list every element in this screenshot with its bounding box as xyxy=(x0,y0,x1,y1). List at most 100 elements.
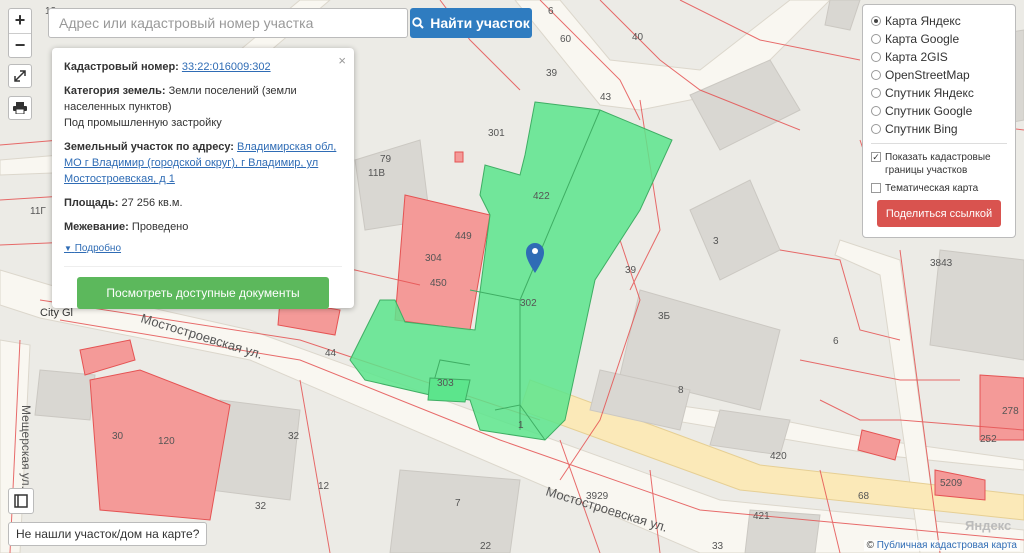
attribution-link[interactable]: Публичная кадастровая карта xyxy=(877,540,1017,551)
more-link[interactable]: ▼ Подробно xyxy=(64,241,342,257)
area-row: Площадь: 27 256 кв.м. xyxy=(64,195,342,211)
zoom-control: + − xyxy=(8,8,32,58)
radio-icon xyxy=(871,16,881,26)
area-value: 27 256 кв.м. xyxy=(121,197,183,209)
building-number: 11Г xyxy=(30,206,46,217)
not-found-button[interactable]: Не нашли участок/дом на карте? xyxy=(8,522,208,546)
thematic-toggle[interactable]: Тематическая карта xyxy=(871,182,1007,195)
building-number: 1 xyxy=(518,420,524,431)
building-number: 32 xyxy=(288,431,300,442)
building-number: 120 xyxy=(158,436,175,447)
layer-option[interactable]: Спутник Яндекс xyxy=(871,84,1007,102)
yandex-mark: Яндекс xyxy=(965,518,1011,533)
building-number: 252 xyxy=(980,434,997,445)
building-number: 39 xyxy=(625,265,637,276)
search-button-label: Найти участок xyxy=(430,15,530,31)
popup-divider xyxy=(64,266,342,267)
category-row: Категория земель: Земли поселений (земли… xyxy=(64,83,342,131)
layers-panel: Карта Яндекс Карта Google Карта 2GIS OpenSt… xyxy=(862,4,1016,238)
layer-option-label: Спутник Google xyxy=(885,104,973,118)
thematic-label: Тематическая карта xyxy=(885,183,979,194)
building-number: 11В xyxy=(368,168,385,179)
building-number: 79 xyxy=(380,154,392,165)
layer-option[interactable]: Карта Яндекс xyxy=(871,12,1007,30)
book-icon xyxy=(14,494,28,508)
building-number: 422 xyxy=(533,191,550,202)
building-number: 6 xyxy=(833,336,839,347)
layer-option[interactable]: Карта 2GIS xyxy=(871,48,1007,66)
view-documents-button[interactable]: Посмотреть доступные документы xyxy=(77,277,329,309)
search-icon xyxy=(412,17,424,29)
layer-option-label: Карта 2GIS xyxy=(885,50,948,64)
cadastral-link[interactable]: 33:22:016009:302 xyxy=(182,61,271,73)
layer-option-label: Спутник Bing xyxy=(885,122,958,136)
building-number: 302 xyxy=(520,298,537,309)
building-number: 421 xyxy=(753,511,770,522)
building-number: 8 xyxy=(678,385,684,396)
more-label: Подробно xyxy=(74,243,122,254)
area-label: Площадь: xyxy=(64,197,119,209)
building-number: 278 xyxy=(1002,406,1019,417)
layer-option[interactable]: Спутник Google xyxy=(871,102,1007,120)
poi-label: City Gl xyxy=(40,307,73,319)
radio-icon xyxy=(871,70,881,80)
building-number: 301 xyxy=(488,128,505,139)
use-value: Под промышленную застройку xyxy=(64,117,222,129)
building-number: 3Б xyxy=(658,311,671,322)
search-input[interactable] xyxy=(48,8,408,38)
layer-option-label: Спутник Яндекс xyxy=(885,86,974,100)
radio-icon xyxy=(871,106,881,116)
printer-icon xyxy=(13,102,27,114)
cadastral-row: Кадастровый номер: 33:22:016009:302 xyxy=(64,59,342,75)
attribution-prefix: © xyxy=(866,540,874,551)
building-number: 420 xyxy=(770,451,787,462)
building-number: 303 xyxy=(437,378,454,389)
building-number: 39 xyxy=(546,68,558,79)
layer-option-label: Карта Яндекс xyxy=(885,14,961,28)
building-number: 30 xyxy=(112,431,124,442)
zoom-out-button[interactable]: − xyxy=(9,33,31,57)
radio-icon xyxy=(871,88,881,98)
layer-option-label: OpenStreetMap xyxy=(885,68,970,82)
building-number: 12 xyxy=(318,481,330,492)
share-link-button[interactable]: Поделиться ссылкой xyxy=(877,200,1001,227)
building-number: 7 xyxy=(455,498,461,509)
building-number: 449 xyxy=(455,231,472,242)
zoom-in-button[interactable]: + xyxy=(9,9,31,33)
fullscreen-button[interactable] xyxy=(8,64,32,88)
radio-icon xyxy=(871,124,881,134)
parcel-info-popup: × Кадастровый номер: 33:22:016009:302 Ка… xyxy=(52,48,354,309)
cadastral-label: Кадастровый номер: xyxy=(64,61,179,73)
building-number: 68 xyxy=(858,491,870,502)
print-button[interactable] xyxy=(8,96,32,120)
survey-row: Межевание: Проведено xyxy=(64,219,342,235)
show-borders-toggle[interactable]: ✓ Показать кадастровые границы участков xyxy=(871,151,1007,177)
building-number: 5209 xyxy=(940,478,963,489)
layer-option[interactable]: Карта Google xyxy=(871,30,1007,48)
attribution: © Публичная кадастровая карта xyxy=(863,540,1020,551)
close-icon[interactable]: × xyxy=(338,53,346,69)
search-button[interactable]: Найти участок xyxy=(410,8,532,38)
layer-option[interactable]: OpenStreetMap xyxy=(871,66,1007,84)
radio-icon xyxy=(871,34,881,44)
building-number: 450 xyxy=(430,278,447,289)
building-number: 33 xyxy=(712,541,724,552)
layer-options: Карта Яндекс Карта Google Карта 2GIS OpenSt… xyxy=(871,12,1007,138)
building-number: 304 xyxy=(425,253,442,264)
checkbox-checked-icon: ✓ xyxy=(871,152,881,162)
street-label-3: Мещерская ул. xyxy=(19,405,33,489)
building-number: 44 xyxy=(325,348,337,359)
legend-button[interactable] xyxy=(8,488,34,514)
caret-down-icon: ▼ xyxy=(64,244,72,253)
show-borders-label: Показать кадастровые границы участков xyxy=(885,152,991,176)
layer-option[interactable]: Спутник Bing xyxy=(871,120,1007,138)
building-number: 32 xyxy=(255,501,267,512)
layers-divider xyxy=(871,143,1007,144)
checkbox-icon xyxy=(871,183,881,193)
building-number: 40 xyxy=(632,32,644,43)
address-label: Земельный участок по адресу: xyxy=(64,141,234,153)
building-number: 3929 xyxy=(586,491,609,502)
expand-icon xyxy=(14,70,26,82)
building-number: 60 xyxy=(560,34,572,45)
category-label: Категория земель: xyxy=(64,85,166,97)
